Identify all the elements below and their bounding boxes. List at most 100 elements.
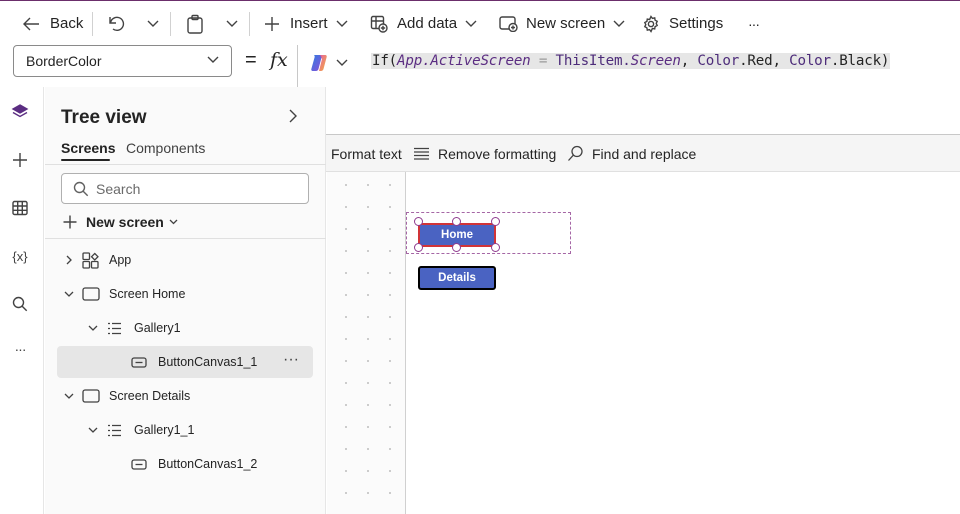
formula-token: App: [397, 53, 423, 69]
variables-rail-button[interactable]: {x}: [8, 244, 32, 268]
left-rail: {x} ···: [0, 87, 44, 514]
formula-token: ThisItem: [555, 53, 623, 69]
resize-handle[interactable]: [491, 217, 500, 226]
search-placeholder: Search: [96, 180, 141, 197]
undo-button[interactable]: [107, 1, 125, 46]
chevron-down-icon: [226, 20, 238, 27]
resize-handle[interactable]: [414, 217, 423, 226]
details-button[interactable]: Details: [418, 266, 496, 290]
chevron-down-icon: [169, 219, 178, 225]
resize-handle[interactable]: [414, 243, 423, 252]
settings-label: Settings: [669, 15, 724, 32]
tree-node-label: Screen Home: [109, 287, 186, 301]
tree-view-panel: Tree view Screens Components Search New …: [45, 87, 326, 514]
more-commands-button[interactable]: ···: [748, 1, 760, 46]
tree-node-screen-home[interactable]: Screen Home: [45, 278, 326, 310]
active-tab-indicator: [61, 159, 110, 161]
plus-icon: [63, 215, 77, 229]
search-icon: [73, 181, 89, 197]
collapse-panel-button[interactable]: [289, 109, 297, 123]
more-icon: ···: [14, 341, 27, 357]
property-value: BorderColor: [26, 53, 102, 69]
resize-handle[interactable]: [452, 243, 461, 252]
new-screen-tree-button[interactable]: New screen: [63, 211, 187, 233]
table-add-icon: [370, 15, 388, 33]
formula-token: Color: [789, 53, 831, 69]
data-rail-button[interactable]: [8, 196, 32, 220]
add-data-button[interactable]: Add data: [370, 1, 477, 46]
tree-node-screen-details[interactable]: Screen Details: [45, 380, 326, 412]
tree-node-buttoncanvas1-2[interactable]: ButtonCanvas1_2: [45, 448, 326, 480]
gallery-icon: [108, 322, 121, 334]
home-button-label: Home: [441, 229, 473, 241]
toolbar-divider: [92, 12, 93, 36]
tree-node-app[interactable]: App: [45, 244, 326, 276]
paste-menu-button[interactable]: [226, 1, 238, 46]
divider: [45, 238, 326, 239]
insert-label: Insert: [290, 15, 328, 32]
tree-node-gallery1-1[interactable]: Gallery1_1: [45, 414, 326, 446]
fx-icon[interactable]: fx: [270, 49, 288, 71]
formula-text[interactable]: If(App.ActiveScreen = ThisItem.Screen, C…: [371, 53, 891, 69]
divider: [45, 164, 326, 165]
paste-button[interactable]: [186, 1, 204, 46]
formula-token: Screen: [630, 53, 681, 69]
tree-view-rail-button[interactable]: [8, 100, 32, 124]
panel-title: Tree view: [61, 107, 147, 128]
arrow-left-icon: [23, 17, 39, 30]
search-icon: [568, 145, 583, 161]
table-icon: [12, 200, 28, 216]
search-rail-button[interactable]: [8, 292, 32, 316]
search-input[interactable]: Search: [61, 173, 309, 204]
add-data-label: Add data: [397, 15, 458, 32]
chevron-right-icon: [289, 109, 297, 123]
resize-handle[interactable]: [491, 243, 500, 252]
new-screen-button[interactable]: New screen: [499, 1, 625, 46]
chevron-down-icon: [88, 427, 98, 433]
formula-token: .Black): [830, 53, 890, 69]
chevron-down-icon: [64, 393, 74, 399]
clipboard-icon: [187, 14, 203, 34]
chevron-down-icon: [88, 325, 98, 331]
chevron-down-icon: [64, 291, 74, 297]
formula-editor[interactable]: If(App.ActiveScreen = ThisItem.Screen, C…: [297, 45, 960, 135]
formula-token: .Red,: [739, 53, 790, 69]
button-icon: [131, 458, 147, 470]
remove-formatting-button[interactable]: Remove formatting: [413, 135, 556, 172]
insert-rail-button[interactable]: [8, 148, 32, 172]
insert-button[interactable]: Insert: [264, 1, 348, 46]
tab-components[interactable]: Components: [126, 140, 205, 156]
tree-node-label: ButtonCanvas1_1: [158, 355, 258, 369]
new-screen-label: New screen: [526, 15, 606, 32]
node-more-button[interactable]: ···: [283, 351, 299, 369]
more-rail-button[interactable]: ···: [8, 337, 32, 361]
screen-icon: [82, 287, 100, 301]
property-dropdown[interactable]: BorderColor: [13, 45, 232, 77]
find-replace-button[interactable]: Find and replace: [567, 135, 696, 172]
undo-menu-button[interactable]: [147, 1, 159, 46]
command-bar: Back Insert Add data New screen Settings…: [0, 0, 960, 46]
formula-format-bar: Format text Remove formatting Find and r…: [297, 135, 960, 172]
toolbar-divider: [170, 12, 171, 36]
equals-sign: =: [245, 49, 257, 71]
find-replace-label: Find and replace: [592, 145, 697, 162]
resize-handle[interactable]: [452, 217, 461, 226]
tab-screens[interactable]: Screens: [61, 140, 115, 156]
gallery-icon: [108, 424, 121, 436]
chevron-down-icon: [613, 20, 625, 27]
tree-node-label: Gallery1: [134, 321, 181, 335]
chevron-down-icon: [465, 20, 477, 27]
back-button[interactable]: Back: [22, 1, 83, 46]
copilot-button[interactable]: [310, 53, 348, 73]
formula-token: If(: [372, 53, 398, 69]
chevron-down-icon: [336, 20, 348, 27]
chevron-down-icon: [336, 59, 348, 66]
screen-icon: [82, 389, 100, 403]
tree-node-label: Gallery1_1: [134, 423, 195, 437]
settings-button[interactable]: Settings: [642, 1, 723, 46]
toolbar-divider: [249, 12, 250, 36]
app-icon: [82, 251, 99, 269]
formula-token: ,: [680, 53, 698, 69]
tree-node-gallery1[interactable]: Gallery1: [45, 312, 326, 344]
format-text-label: Format text: [331, 145, 402, 162]
